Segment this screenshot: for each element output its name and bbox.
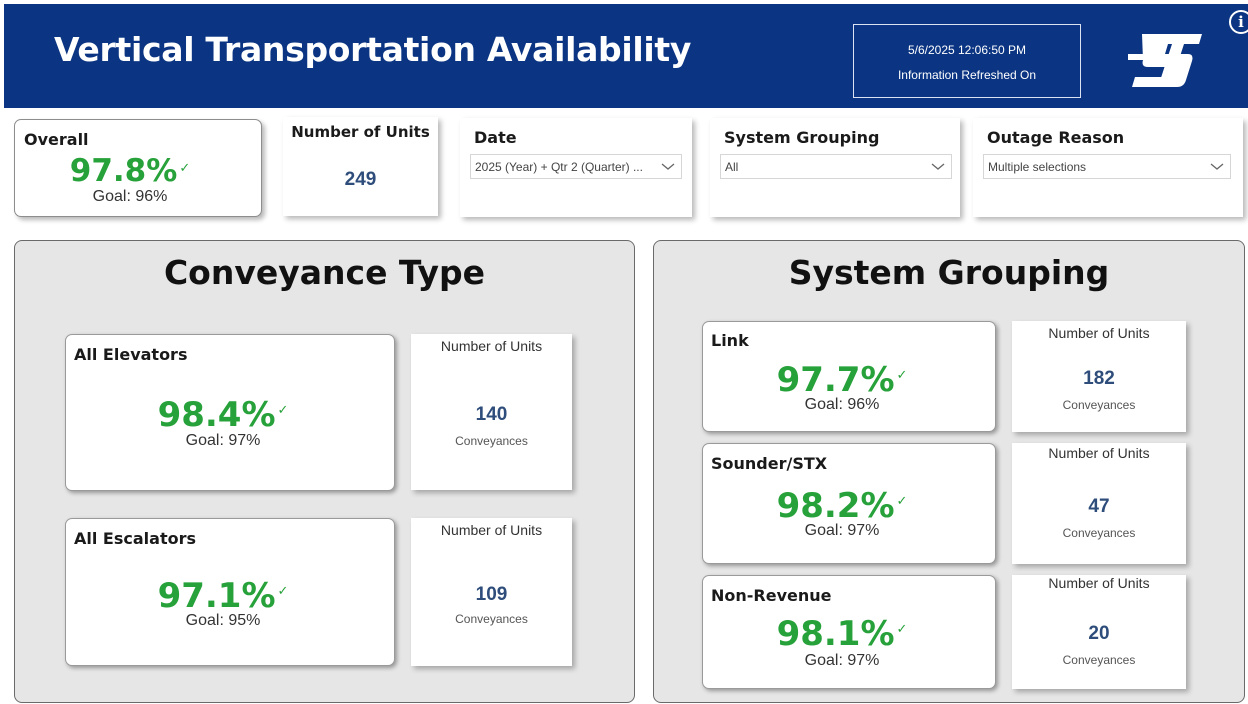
elevators-value-text: 98.4% <box>157 395 276 435</box>
non-revenue-units-value: 20 <box>1088 623 1110 644</box>
check-icon: ✓ <box>896 622 908 637</box>
overall-value: 97.8% ✓ <box>0 153 261 189</box>
elevators-title: All Elevators <box>74 345 188 364</box>
link-units-card: Number of Units 182 Conveyances <box>1012 321 1186 432</box>
overall-card: Overall 97.8% ✓ Goal: 96% <box>14 119 262 217</box>
escalators-value: 97.1% ✓ <box>52 576 394 616</box>
chevron-down-icon <box>931 163 945 170</box>
chevron-down-icon <box>661 163 675 170</box>
sound-transit-logo <box>1128 34 1202 87</box>
escalators-units-title: Number of Units <box>440 522 543 538</box>
refresh-info-box: 5/6/2025 12:06:50 PM Information Refresh… <box>853 24 1081 98</box>
link-value: 97.7% ✓ <box>689 360 995 400</box>
system-grouping-dropdown-value: All <box>725 160 739 174</box>
date-slicer: Date 2025 (Year) + Qtr 2 (Quarter) ... <box>460 118 692 217</box>
sounder-units-title: Number of Units <box>1048 445 1150 461</box>
page-title: Vertical Transportation Availability <box>54 30 692 69</box>
non-revenue-title: Non-Revenue <box>711 586 832 605</box>
system-grouping-slicer: System Grouping All <box>710 118 960 217</box>
check-icon: ✓ <box>277 403 289 418</box>
non-revenue-goal: Goal: 97% <box>804 652 880 669</box>
check-icon: ✓ <box>896 368 908 383</box>
link-card: Link 97.7% ✓ Goal: 96% <box>702 321 996 432</box>
conveyance-type-title: Conveyance Type <box>163 253 486 292</box>
sounder-value-text: 98.2% <box>776 486 895 526</box>
date-dropdown[interactable]: 2025 (Year) + Qtr 2 (Quarter) ... <box>470 154 682 179</box>
link-value-text: 97.7% <box>776 360 895 400</box>
sounder-units-sub: Conveyances <box>1062 526 1136 540</box>
total-units-card: Number of Units 249 <box>283 117 438 216</box>
sounder-value: 98.2% ✓ <box>689 486 995 526</box>
outage-reason-dropdown-value: Multiple selections <box>988 160 1087 174</box>
refresh-datetime: 5/6/2025 12:06:50 PM <box>907 43 1027 57</box>
outage-reason-slicer: Outage Reason Multiple selections <box>973 118 1243 217</box>
elevators-card: All Elevators 98.4% ✓ Goal: 97% <box>65 334 395 491</box>
check-icon: ✓ <box>179 161 191 176</box>
system-grouping-slicer-title: System Grouping <box>724 128 880 147</box>
sounder-goal: Goal: 97% <box>804 522 880 539</box>
non-revenue-value-text: 98.1% <box>776 614 895 654</box>
elevators-units-card: Number of Units 140 Conveyances <box>411 334 572 490</box>
overall-value-text: 97.8% <box>69 153 178 189</box>
escalators-units-sub: Conveyances <box>455 612 528 626</box>
system-grouping-title: System Grouping <box>788 253 1110 292</box>
date-dropdown-value: 2025 (Year) + Qtr 2 (Quarter) ... <box>475 160 643 174</box>
chevron-down-icon <box>1210 163 1224 170</box>
link-units-title: Number of Units <box>1048 325 1150 341</box>
link-title: Link <box>711 331 749 350</box>
outage-reason-dropdown[interactable]: Multiple selections <box>983 154 1231 179</box>
check-icon: ✓ <box>277 584 289 599</box>
non-revenue-units-sub: Conveyances <box>1062 653 1136 667</box>
escalators-value-text: 97.1% <box>157 576 276 616</box>
outage-reason-slicer-title: Outage Reason <box>987 128 1125 147</box>
escalators-units-card: Number of Units 109 Conveyances <box>411 518 572 666</box>
sounder-card: Sounder/STX 98.2% ✓ Goal: 97% <box>702 443 996 564</box>
check-icon: ✓ <box>896 494 908 509</box>
escalators-units-value: 109 <box>475 584 508 605</box>
link-units-sub: Conveyances <box>1062 398 1136 412</box>
overall-title: Overall <box>24 130 89 149</box>
elevators-units-sub: Conveyances <box>455 434 528 448</box>
total-units-title: Number of Units <box>291 123 430 141</box>
sounder-title: Sounder/STX <box>711 454 828 473</box>
overall-goal: Goal: 96% <box>92 188 168 205</box>
date-slicer-title: Date <box>474 128 517 147</box>
elevators-goal: Goal: 97% <box>185 432 261 449</box>
escalators-card: All Escalators 97.1% ✓ Goal: 95% <box>65 518 395 666</box>
elevators-value: 98.4% ✓ <box>52 395 394 435</box>
info-icon[interactable]: i <box>1229 10 1248 34</box>
non-revenue-card: Non-Revenue 98.1% ✓ Goal: 97% <box>702 575 996 689</box>
total-units-value: 249 <box>344 169 377 190</box>
dashboard-page: Vertical Transportation Availability 5/6… <box>0 0 1248 704</box>
elevators-units-title: Number of Units <box>440 338 543 354</box>
link-units-value: 182 <box>1083 368 1115 389</box>
link-goal: Goal: 96% <box>804 396 880 413</box>
escalators-title: All Escalators <box>74 529 196 548</box>
non-revenue-units-title: Number of Units <box>1048 575 1150 591</box>
escalators-goal: Goal: 95% <box>185 612 261 629</box>
sounder-units-value: 47 <box>1088 496 1110 517</box>
non-revenue-units-card: Number of Units 20 Conveyances <box>1012 575 1186 689</box>
refresh-label: Information Refreshed On <box>897 68 1037 82</box>
elevators-units-value: 140 <box>475 404 508 425</box>
header-bar: Vertical Transportation Availability 5/6… <box>4 4 1248 108</box>
sounder-units-card: Number of Units 47 Conveyances <box>1012 443 1186 564</box>
non-revenue-value: 98.1% ✓ <box>689 614 995 654</box>
system-grouping-dropdown[interactable]: All <box>720 154 952 179</box>
